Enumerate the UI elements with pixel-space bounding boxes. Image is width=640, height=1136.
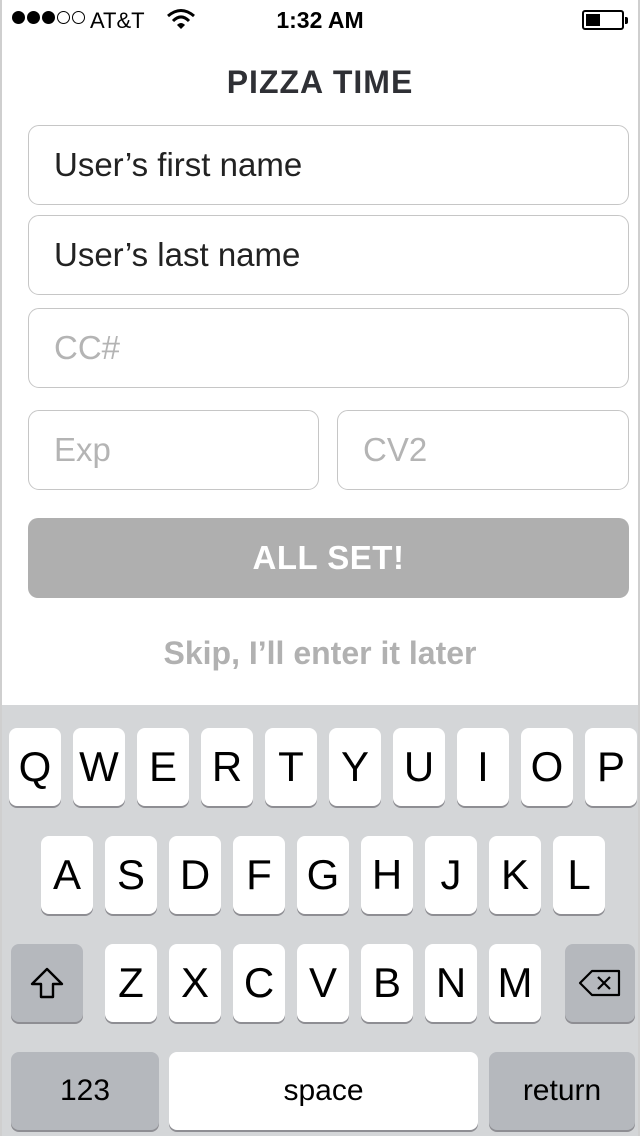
key-h[interactable]: H	[361, 836, 413, 914]
backspace-icon	[578, 969, 621, 997]
numbers-key[interactable]: 123	[11, 1052, 159, 1130]
key-k[interactable]: K	[489, 836, 541, 914]
key-f[interactable]: F	[233, 836, 285, 914]
key-a[interactable]: A	[41, 836, 93, 914]
first-name-field[interactable]: User’s first name	[28, 125, 629, 205]
key-x[interactable]: X	[169, 944, 221, 1022]
all-set-button[interactable]: ALL SET!	[28, 518, 629, 598]
app-title: PIZZA TIME	[226, 64, 414, 100]
cvv-field[interactable]: CV2	[337, 410, 629, 490]
credit-card-field[interactable]: CC#	[28, 308, 629, 388]
key-q[interactable]: Q	[9, 728, 61, 806]
key-u[interactable]: U	[393, 728, 445, 806]
skip-link[interactable]: Skip, I’ll enter it later	[2, 635, 638, 672]
key-w[interactable]: W	[73, 728, 125, 806]
key-i[interactable]: I	[457, 728, 509, 806]
key-n[interactable]: N	[425, 944, 477, 1022]
return-key[interactable]: return	[489, 1052, 635, 1130]
space-key[interactable]: space	[169, 1052, 478, 1130]
key-e[interactable]: E	[137, 728, 189, 806]
key-b[interactable]: B	[361, 944, 413, 1022]
keyboard: Q W E R T Y U I O P A S D F G H J K L Z …	[2, 705, 638, 1136]
status-bar: AT&T 1:32 AM	[2, 0, 638, 40]
status-time: 1:32 AM	[276, 7, 364, 33]
shift-icon	[30, 967, 64, 999]
key-d[interactable]: D	[169, 836, 221, 914]
key-r[interactable]: R	[201, 728, 253, 806]
key-o[interactable]: O	[521, 728, 573, 806]
key-v[interactable]: V	[297, 944, 349, 1022]
backspace-key[interactable]	[565, 944, 635, 1022]
battery-icon	[582, 10, 628, 30]
battery-tip	[625, 17, 628, 24]
key-z[interactable]: Z	[105, 944, 157, 1022]
key-y[interactable]: Y	[329, 728, 381, 806]
key-j[interactable]: J	[425, 836, 477, 914]
key-s[interactable]: S	[105, 836, 157, 914]
key-c[interactable]: C	[233, 944, 285, 1022]
key-g[interactable]: G	[297, 836, 349, 914]
expiration-field[interactable]: Exp	[28, 410, 319, 490]
key-p[interactable]: P	[585, 728, 637, 806]
last-name-field[interactable]: User’s last name	[28, 215, 629, 295]
phone-screen: AT&T 1:32 AM PIZZA TIME User’s first nam…	[0, 0, 640, 1136]
key-t[interactable]: T	[265, 728, 317, 806]
key-l[interactable]: L	[553, 836, 605, 914]
key-m[interactable]: M	[489, 944, 541, 1022]
battery-level	[586, 14, 600, 26]
shift-key[interactable]	[11, 944, 83, 1022]
